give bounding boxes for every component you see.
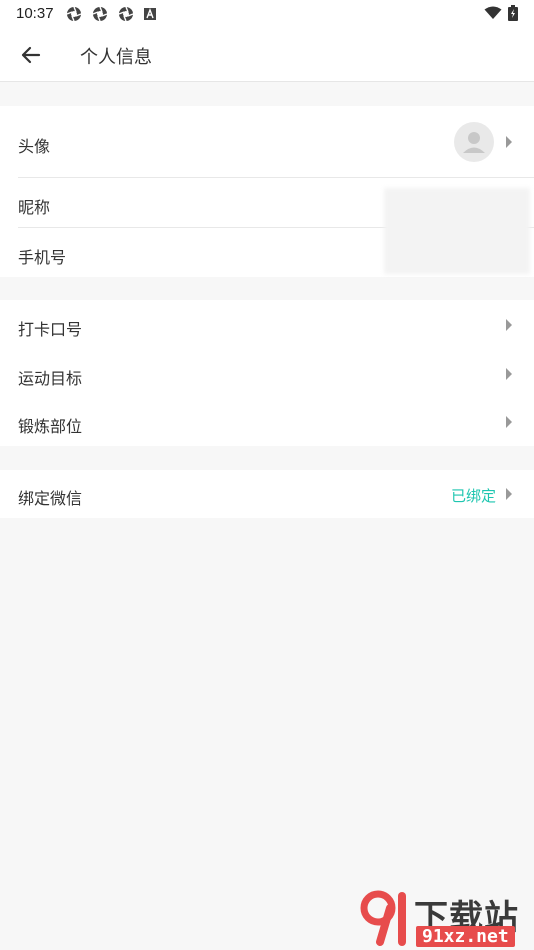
chevron-right-icon <box>506 488 512 500</box>
aperture-icon <box>92 6 108 22</box>
default-user-icon <box>463 132 485 153</box>
aperture-icon <box>66 6 82 22</box>
aperture-icon <box>118 6 134 22</box>
arrow-left-icon[interactable] <box>18 42 44 68</box>
chevron-right-icon <box>506 136 512 148</box>
wechat-status-badge: 已绑定 <box>450 487 496 505</box>
status-time: 10:37 <box>16 5 54 22</box>
nickname-label: 昵称 <box>18 198 51 217</box>
battery-charging-icon <box>508 5 518 21</box>
goals-group: 打卡口号 运动目标 锻炼部位 <box>0 300 534 446</box>
avatar-label: 头像 <box>18 137 51 156</box>
wifi-icon <box>484 6 502 19</box>
checkin-slogan-label: 打卡口号 <box>18 320 83 339</box>
avatar <box>454 122 494 162</box>
exercise-goal-row[interactable]: 运动目标 <box>0 350 534 398</box>
watermark-text-en: 91xz.net <box>416 926 515 947</box>
app-bar: 个人信息 <box>0 28 534 82</box>
avatar-row[interactable]: 头像 <box>0 106 534 178</box>
bind-wechat-row[interactable]: 绑定微信 已绑定 <box>0 470 534 518</box>
exercise-goal-label: 运动目标 <box>18 369 83 388</box>
body-part-label: 锻炼部位 <box>18 417 83 436</box>
bind-wechat-label: 绑定微信 <box>18 489 83 508</box>
chevron-right-icon <box>506 319 512 331</box>
site-watermark: 下载站 91xz.net <box>356 888 532 950</box>
a-badge-icon <box>144 8 156 20</box>
phone-label: 手机号 <box>18 248 67 267</box>
body-part-row[interactable]: 锻炼部位 <box>0 398 534 446</box>
watermark-logo <box>360 890 406 946</box>
status-right-icons <box>484 5 518 21</box>
checkin-slogan-row[interactable]: 打卡口号 <box>0 300 534 350</box>
wechat-group: 绑定微信 已绑定 <box>0 470 534 518</box>
blurred-private-info <box>384 188 530 274</box>
status-bar: 10:37 <box>0 0 534 28</box>
chevron-right-icon <box>506 368 512 380</box>
chevron-right-icon <box>506 416 512 428</box>
page-title: 个人信息 <box>80 47 152 68</box>
